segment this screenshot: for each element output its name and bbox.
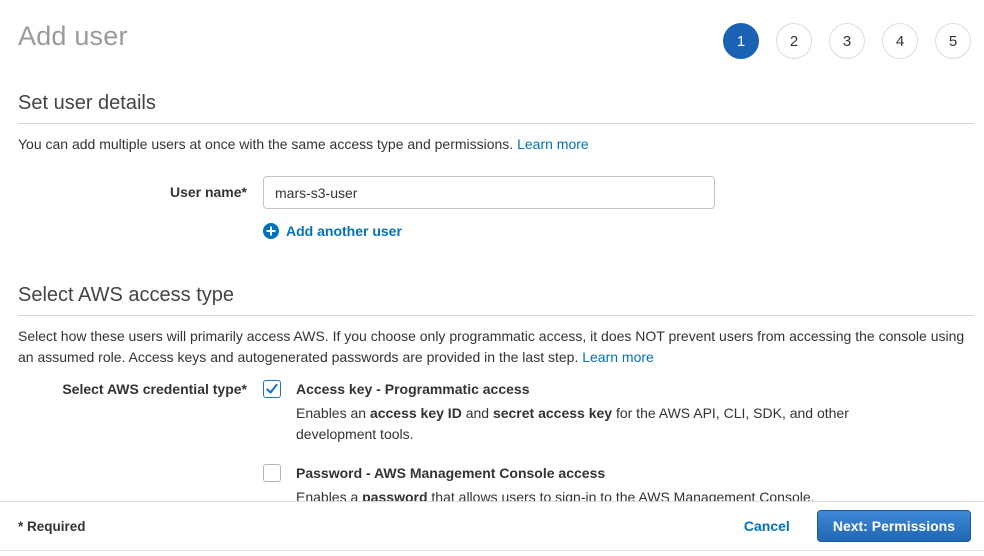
next-permissions-button[interactable]: Next: Permissions (817, 510, 971, 542)
username-input[interactable] (263, 176, 715, 209)
access-type-intro: Select how these users will primarily ac… (18, 326, 974, 368)
username-label: User name* (18, 176, 247, 201)
section-user-details: Set user details You can add multiple us… (0, 92, 984, 239)
access-type-learn-more-link[interactable]: Learn more (582, 349, 654, 365)
programmatic-access-text: Access key - Programmatic access Enables… (296, 380, 856, 445)
wizard-step-2: 2 (776, 23, 812, 59)
username-field-group: Add another user (263, 176, 715, 239)
wizard-step-2-number: 2 (790, 33, 798, 50)
console-access-title: Password - AWS Management Console access (296, 464, 815, 482)
option-programmatic-access: Access key - Programmatic access Enables… (263, 380, 856, 445)
credential-type-row: Select AWS credential type* Access key -… (18, 380, 974, 508)
user-details-divider (18, 123, 974, 124)
desc-text-bold: secret access key (493, 405, 612, 421)
desc-text-bold: access key ID (370, 405, 462, 421)
user-details-learn-more-link[interactable]: Learn more (517, 136, 589, 152)
required-note: * Required (18, 519, 86, 534)
programmatic-access-description: Enables an access key ID and secret acce… (296, 403, 856, 445)
access-type-intro-text: Select how these users will primarily ac… (18, 328, 964, 365)
desc-text: and (462, 405, 493, 421)
desc-text: Enables an (296, 405, 370, 421)
programmatic-access-checkbox[interactable] (263, 380, 281, 398)
plus-circle-icon (263, 223, 279, 239)
user-details-intro: You can add multiple users at once with … (18, 134, 974, 155)
wizard-steps: 1 2 3 4 5 (723, 17, 971, 59)
access-type-divider (18, 315, 974, 316)
cancel-button[interactable]: Cancel (744, 518, 790, 534)
page-header: Add user 1 2 3 4 5 (0, 0, 984, 59)
add-user-wizard-page: Add user 1 2 3 4 5 Set user details You … (0, 0, 984, 556)
wizard-step-1-number: 1 (737, 33, 745, 50)
section-access-type: Select AWS access type Select how these … (0, 284, 984, 508)
wizard-footer: * Required Cancel Next: Permissions (0, 501, 984, 551)
programmatic-access-title: Access key - Programmatic access (296, 380, 856, 398)
wizard-step-3-number: 3 (843, 33, 851, 50)
access-type-heading: Select AWS access type (18, 284, 974, 307)
credential-options: Access key - Programmatic access Enables… (263, 380, 856, 508)
wizard-step-5-number: 5 (949, 33, 957, 50)
page-title: Add user (18, 17, 128, 55)
wizard-step-4-number: 4 (896, 33, 904, 50)
user-details-intro-text: You can add multiple users at once with … (18, 136, 513, 152)
wizard-step-4: 4 (882, 23, 918, 59)
checkmark-icon (266, 383, 278, 395)
user-details-heading: Set user details (18, 92, 974, 115)
console-access-checkbox[interactable] (263, 464, 281, 482)
add-another-user-label: Add another user (286, 223, 402, 239)
wizard-step-3: 3 (829, 23, 865, 59)
wizard-step-1: 1 (723, 23, 759, 59)
add-another-user-link[interactable]: Add another user (263, 223, 715, 239)
credential-type-label: Select AWS credential type* (18, 380, 247, 398)
username-row: User name* Add another user (18, 176, 974, 239)
wizard-step-5: 5 (935, 23, 971, 59)
